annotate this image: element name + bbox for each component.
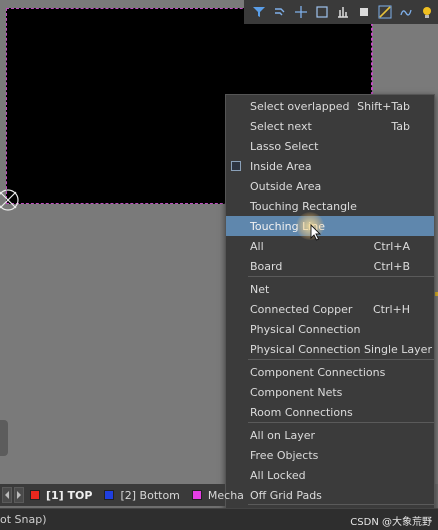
menu-item-label: All Locked <box>250 468 306 482</box>
menu-item-connected-copper[interactable]: Connected Copper Ctrl+H <box>226 299 434 319</box>
select-context-menu: Select overlapped Shift+Tab Select next Tab… <box>225 94 435 530</box>
layer-tabs-bar: [1] TOP [2] Bottom Mecha <box>0 484 244 506</box>
layer-tab-top[interactable]: [1] TOP <box>24 486 98 504</box>
menu-item-label: Select overlapped <box>250 99 350 113</box>
menu-item-shortcut: Ctrl+B <box>373 259 410 273</box>
rect-select-button[interactable] <box>311 1 332 23</box>
filter-button[interactable] <box>248 1 269 23</box>
cross-button[interactable] <box>290 1 311 23</box>
menu-item-inside-area[interactable]: Inside Area <box>226 156 434 176</box>
menu-item-label: Component Nets <box>250 385 343 399</box>
menu-item-label: Physical Connection Single Layer <box>250 342 432 356</box>
menu-item-off-grid-pads[interactable]: Off Grid Pads <box>226 485 434 505</box>
arc-button[interactable] <box>396 1 417 23</box>
menu-item-room-connections[interactable]: Room Connections <box>226 402 434 422</box>
pad-button[interactable] <box>354 1 375 23</box>
menu-item-label: Outside Area <box>250 179 322 193</box>
menu-item-label: Free Objects <box>250 448 319 462</box>
menu-item-label: All <box>250 239 264 253</box>
watermark-text: CSDN @大象荒野 <box>350 517 432 528</box>
menu-item-touching-line[interactable]: Touching Line <box>226 212 434 241</box>
menu-item-physical-connection[interactable]: Physical Connection <box>226 319 434 339</box>
layer-tab-label: [1] TOP <box>46 488 93 502</box>
menu-item-all-locked[interactable]: All Locked <box>226 465 434 485</box>
menu-item-label: Board <box>250 259 283 273</box>
layer-tab-bottom[interactable]: [2] Bottom <box>98 486 185 504</box>
menu-separator <box>248 422 434 423</box>
align-icon <box>337 7 348 18</box>
filter-icon <box>252 7 265 17</box>
route-button[interactable] <box>269 1 290 23</box>
menu-item-physical-connection-single-layer[interactable]: Physical Connection Single Layer <box>226 339 434 359</box>
layer-prev-button[interactable] <box>2 487 12 503</box>
menu-item-label: Connected Copper <box>250 302 353 316</box>
pad-icon <box>360 8 369 16</box>
layer-next-button[interactable] <box>14 487 24 503</box>
menu-item-lasso-select[interactable]: Lasso Select <box>226 136 434 156</box>
menu-item-component-connections[interactable]: Component Connections <box>226 362 434 382</box>
line-icon <box>378 5 392 19</box>
menu-item-label: Lasso Select <box>250 139 319 153</box>
layer-tab-label: [2] Bottom <box>120 488 180 502</box>
menu-item-label: Room Connections <box>250 405 353 419</box>
menu-item-board[interactable]: Board Ctrl+B <box>226 256 434 276</box>
menu-item-touching-rectangle[interactable]: Touching Rectangle <box>226 196 434 216</box>
menu-item-shortcut: Shift+Tab <box>357 99 410 113</box>
menu-item-shortcut: Tab <box>391 119 410 133</box>
checkbox-icon <box>231 161 241 171</box>
menu-item-net[interactable]: Net <box>226 279 434 299</box>
layer-color-swatch <box>30 490 40 500</box>
menu-item-all[interactable]: All Ctrl+A <box>226 236 434 256</box>
menu-separator <box>248 359 434 360</box>
menu-item-component-nets[interactable]: Component Nets <box>226 382 434 402</box>
menu-item-label: Touching Rectangle <box>250 199 357 213</box>
layer-tab-label: Mecha <box>207 488 244 502</box>
menu-item-label: Physical Connection <box>250 322 361 336</box>
menu-item-select-next[interactable]: Select next Tab <box>226 116 434 136</box>
line-button[interactable] <box>375 1 396 23</box>
menu-item-shortcut: Ctrl+A <box>373 239 410 253</box>
menu-item-all-on-layer[interactable]: All on Layer <box>226 425 434 445</box>
snap-status-text: ot Snap) <box>0 513 47 526</box>
panel-collapse-handle[interactable] <box>0 420 8 456</box>
chevron-left-icon <box>5 491 9 499</box>
align-button[interactable] <box>332 1 353 23</box>
layer-color-swatch <box>191 490 202 500</box>
cross-icon <box>294 6 307 18</box>
layer-color-swatch <box>104 490 115 500</box>
menu-item-label: Net <box>250 282 270 296</box>
arc-icon <box>400 9 412 16</box>
rect-select-icon <box>316 6 328 18</box>
menu-item-label: Off Grid Pads <box>250 488 322 502</box>
menu-item-shortcut: Ctrl+H <box>372 302 410 316</box>
menu-item-label: All on Layer <box>250 428 316 442</box>
menu-separator <box>248 276 434 277</box>
menu-item-select-overlapped[interactable]: Select overlapped Shift+Tab <box>226 96 434 116</box>
menu-item-label: Select next <box>250 119 312 133</box>
bulb-icon <box>423 7 432 18</box>
route-icon <box>274 8 285 16</box>
status-bar: ot Snap) CSDN @大象荒野 <box>0 508 438 530</box>
menu-item-outside-area[interactable]: Outside Area <box>226 176 434 196</box>
origin-marker-icon <box>0 189 19 211</box>
menu-item-label: Inside Area <box>250 159 312 173</box>
active-bar-toolbar <box>244 0 438 24</box>
menu-item-label: Component Connections <box>250 365 386 379</box>
bulb-button[interactable] <box>417 1 438 23</box>
chevron-right-icon <box>17 491 21 499</box>
menu-item-free-objects[interactable]: Free Objects <box>226 445 434 465</box>
layer-tab-mechanical[interactable]: Mecha <box>186 486 250 504</box>
